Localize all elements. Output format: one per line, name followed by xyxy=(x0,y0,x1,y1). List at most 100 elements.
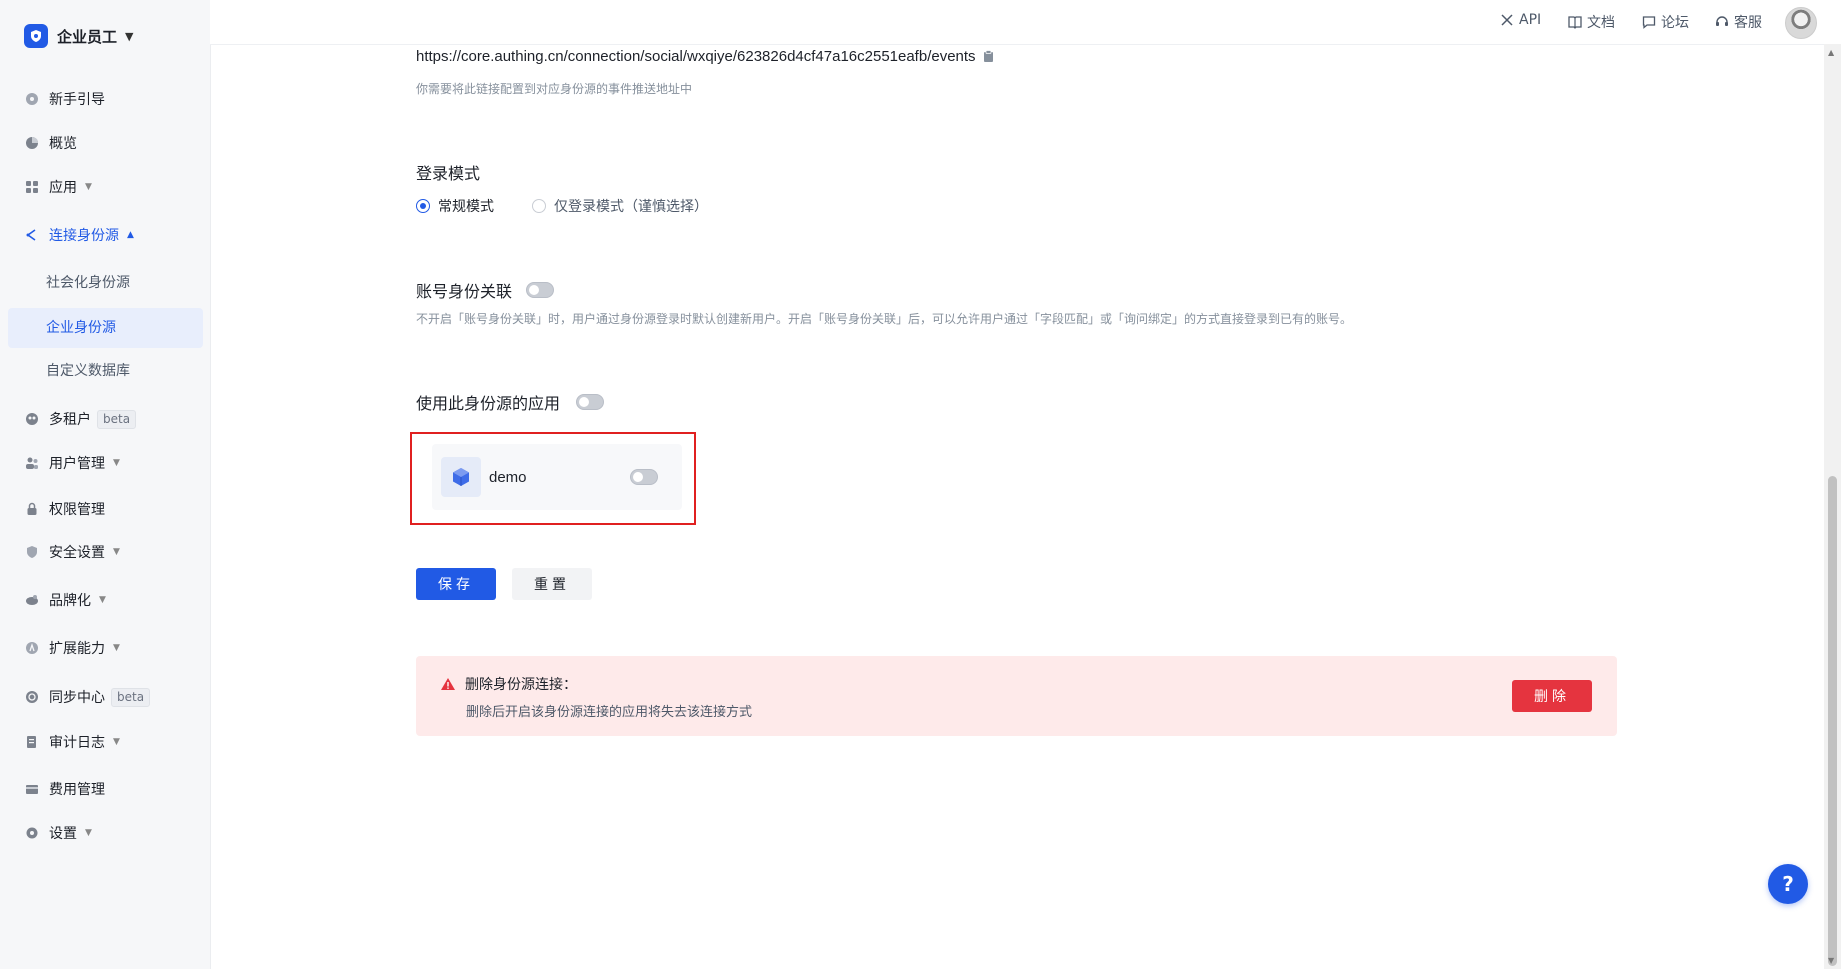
sidebar-item-label: 品牌化 xyxy=(49,593,91,609)
sidebar-item-users[interactable]: 用户管理 ▼ xyxy=(24,452,120,474)
sidebar-item-permissions[interactable]: 权限管理 xyxy=(24,498,105,520)
delete-panel-title-row: 删除身份源连接： xyxy=(440,674,577,694)
sidebar-item-label: 新手引导 xyxy=(49,92,105,108)
sidebar-item-settings[interactable]: 设置 ▼ xyxy=(24,822,92,844)
tenant-name: 企业员工 xyxy=(57,27,118,46)
sidebar-item-apps[interactable]: 应用 ▼ xyxy=(24,176,92,198)
radio-label: 仅登录模式（谨慎选择） xyxy=(554,199,708,215)
apps-grid-icon xyxy=(24,179,40,195)
login-mode-radio-group: 常规模式 仅登录模式（谨慎选择） xyxy=(416,196,746,216)
apps-toggle[interactable] xyxy=(576,394,605,410)
app-name: demo xyxy=(489,468,527,486)
support-link-label: 客服 xyxy=(1734,15,1762,31)
sidebar-item-label: 用户管理 xyxy=(49,456,105,472)
radio-dot xyxy=(416,199,430,213)
sidebar-item-label: 权限管理 xyxy=(49,502,105,518)
book-icon xyxy=(1568,15,1582,29)
api-link[interactable]: API xyxy=(1500,12,1541,28)
gear-icon xyxy=(24,825,40,841)
sidebar-item-security[interactable]: 安全设置 ▼ xyxy=(24,541,120,563)
caret-down-icon: ▼ xyxy=(85,182,92,192)
scrollbar[interactable]: ▲ ▼ xyxy=(1824,44,1841,969)
chevron-down-icon: ▼ xyxy=(125,29,134,43)
apps-title: 使用此身份源的应用 xyxy=(416,394,561,413)
sidebar-item-label: 概览 xyxy=(49,136,77,152)
forum-link[interactable]: 论坛 xyxy=(1642,12,1689,32)
beta-badge: beta xyxy=(97,409,137,429)
account-link-hint: 不开启「账号身份关联」时，用户通过身份源登录时默认创建新用户。开启「账号身份关联… xyxy=(416,312,1353,326)
app-cube-icon xyxy=(441,457,481,497)
sidebar-item-overview[interactable]: 概览 xyxy=(24,132,77,154)
radio-label: 常规模式 xyxy=(438,199,494,215)
sidebar-item-label: 扩展能力 xyxy=(49,641,105,657)
api-link-label: API xyxy=(1519,12,1542,28)
radio-login-only-mode[interactable]: 仅登录模式（谨慎选择） xyxy=(532,196,708,216)
users-icon xyxy=(24,455,40,471)
sidebar-subitem-social[interactable]: 社会化身份源 xyxy=(46,272,130,294)
log-icon xyxy=(24,734,40,750)
event-url: https://core.authing.cn/connection/socia… xyxy=(416,48,995,65)
shield-icon xyxy=(24,544,40,560)
sidebar-item-branding[interactable]: 品牌化 ▼ xyxy=(24,589,106,611)
copy-icon[interactable] xyxy=(983,50,995,63)
forum-link-label: 论坛 xyxy=(1661,15,1689,31)
sidebar-item-label: 设置 xyxy=(49,826,77,842)
tenant-icon xyxy=(24,411,40,427)
event-url-text: https://core.authing.cn/connection/socia… xyxy=(416,48,976,65)
sidebar-item-guide[interactable]: 新手引导 xyxy=(24,88,105,110)
sidebar: 企业员工 ▼ 新手引导 概览 应用 ▼ 连接身份源 ▲ 社会化身份源 企业身份源… xyxy=(0,0,211,969)
sidebar-item-extensions[interactable]: 扩展能力 ▼ xyxy=(24,637,120,659)
delete-panel-description: 删除后开启该身份源连接的应用将失去该连接方式 xyxy=(466,705,753,720)
account-link-title: 账号身份关联 xyxy=(416,282,513,301)
delete-connection-panel: 删除身份源连接： 删除后开启该身份源连接的应用将失去该连接方式 删除 xyxy=(416,656,1617,736)
sidebar-item-label: 审计日志 xyxy=(49,735,105,751)
lock-icon xyxy=(24,501,40,517)
sidebar-item-multitenant[interactable]: 多租户 beta xyxy=(24,408,137,430)
help-button[interactable]: ? xyxy=(1768,864,1808,904)
caret-down-icon: ▼ xyxy=(85,828,92,838)
account-link-toggle[interactable] xyxy=(526,282,555,298)
caret-down-icon: ▼ xyxy=(113,643,120,653)
caret-down-icon: ▼ xyxy=(99,595,106,605)
sidebar-subitem-enterprise[interactable]: 企业身份源 xyxy=(46,317,116,339)
support-link[interactable]: 客服 xyxy=(1715,12,1762,32)
top-bar: API 文档 论坛 客服 xyxy=(210,0,1841,45)
scroll-down-icon[interactable]: ▼ xyxy=(1828,956,1834,965)
reset-button[interactable]: 重置 xyxy=(512,568,592,600)
sidebar-item-billing[interactable]: 费用管理 xyxy=(24,778,105,800)
delete-button[interactable]: 删除 xyxy=(1512,680,1592,712)
warning-icon xyxy=(440,677,456,691)
caret-down-icon: ▼ xyxy=(113,547,120,557)
save-button[interactable]: 保存 xyxy=(416,568,496,600)
caret-down-icon: ▼ xyxy=(113,458,120,468)
app-card-demo: demo xyxy=(432,444,682,510)
radio-normal-mode[interactable]: 常规模式 xyxy=(416,196,494,216)
shield-logo-icon xyxy=(24,24,48,48)
caret-up-icon: ▲ xyxy=(127,230,134,240)
scroll-thumb[interactable] xyxy=(1828,476,1837,966)
sidebar-item-label: 同步中心 xyxy=(49,690,105,706)
beta-badge: beta xyxy=(111,687,151,707)
sync-icon xyxy=(24,689,40,705)
headset-icon xyxy=(1715,15,1729,29)
sidebar-item-connections[interactable]: 连接身份源 ▲ xyxy=(24,224,134,246)
scroll-up-icon[interactable]: ▲ xyxy=(1828,48,1834,57)
apps-row: 使用此身份源的应用 xyxy=(416,390,605,414)
sidebar-item-label: 安全设置 xyxy=(49,545,105,561)
delete-panel-title: 删除身份源连接： xyxy=(465,677,577,693)
api-icon xyxy=(1500,13,1514,27)
user-avatar[interactable] xyxy=(1785,7,1817,39)
docs-link[interactable]: 文档 xyxy=(1568,12,1615,32)
sidebar-item-label: 多租户 xyxy=(49,412,91,428)
chat-icon xyxy=(1642,15,1656,29)
app-demo-toggle[interactable] xyxy=(630,469,658,485)
docs-link-label: 文档 xyxy=(1587,15,1615,31)
sidebar-item-audit[interactable]: 审计日志 ▼ xyxy=(24,731,120,753)
pie-chart-icon xyxy=(24,135,40,151)
sidebar-item-label: 连接身份源 xyxy=(49,228,119,244)
connect-icon xyxy=(24,227,40,243)
caret-down-icon: ▼ xyxy=(113,737,120,747)
tenant-switcher[interactable]: 企业员工 ▼ xyxy=(24,24,133,48)
sidebar-subitem-custom-db[interactable]: 自定义数据库 xyxy=(46,360,130,382)
sidebar-item-sync[interactable]: 同步中心 beta xyxy=(24,686,151,708)
